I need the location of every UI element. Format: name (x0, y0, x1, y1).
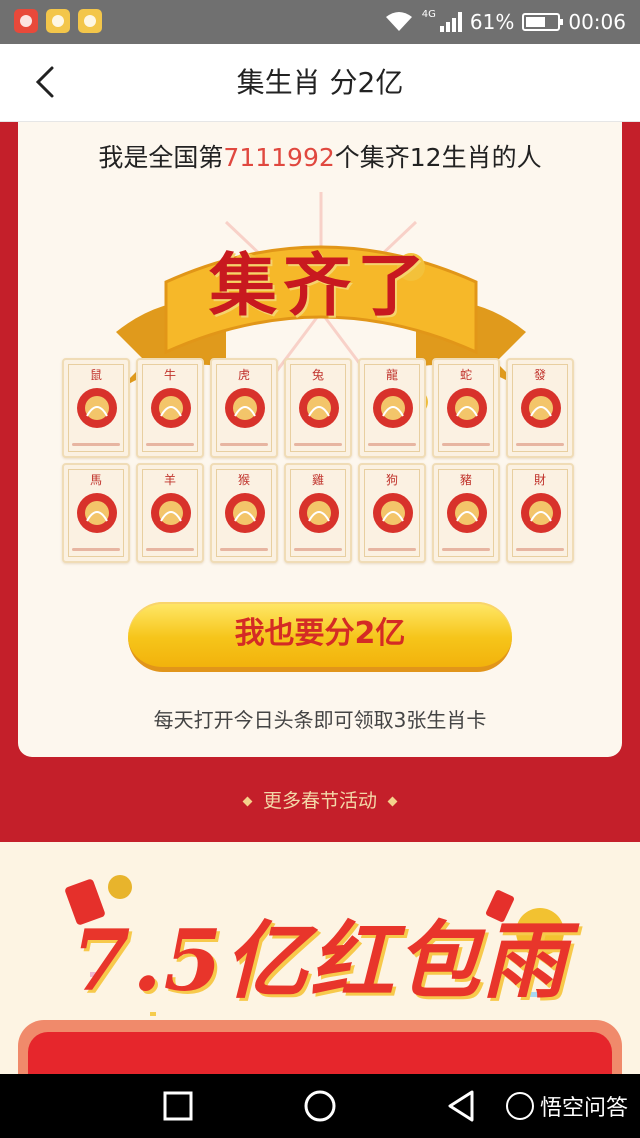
dragon-icon (373, 388, 413, 428)
zodiac-label: 發 (533, 368, 546, 382)
battery-icon (522, 13, 564, 31)
more-activities-label: 更多春节活动 (262, 790, 377, 812)
zodiac-label: 豬 (459, 473, 472, 487)
zodiac-card-item: 狗 (358, 463, 426, 563)
zodiac-label: 虎 (237, 368, 250, 382)
network-type: 4G (421, 8, 436, 20)
zodiac-section: 我是全国第7111992个集齐12生肖的人 集齐了 鼠 牛 虎 兔 龍 蛇 發馬 羊 猴 雞 狗 豬 財… (0, 122, 640, 842)
headline-prefix: 我是全国第 (98, 143, 224, 172)
zodiac-caption (146, 548, 194, 551)
recents-icon[interactable] (160, 1088, 196, 1124)
zodiac-caption (368, 443, 416, 446)
zodiac-label: 狗 (385, 473, 398, 487)
zodiac-label: 龍 (385, 368, 398, 382)
zodiac-card-item: 財 (506, 463, 574, 563)
zodiac-card: 我是全国第7111992个集齐12生肖的人 集齐了 鼠 牛 虎 兔 龍 蛇 發馬 羊 猴 雞 狗 豬 財… (18, 122, 622, 757)
home-icon[interactable] (302, 1088, 338, 1124)
red-packet-rain-title: 7.5亿红包雨 (71, 911, 569, 1010)
page-title: 集生肖 分2亿 (236, 66, 404, 99)
nav-bar: 集生肖 分2亿 (0, 44, 640, 122)
zodiac-label: 牛 (163, 368, 176, 382)
zodiac-caption (146, 443, 194, 446)
horse-icon (77, 493, 117, 533)
red-packet-rain-section: 7.5亿红包雨 (0, 842, 640, 1100)
status-bar: 4G 61% 00:06 (0, 0, 640, 44)
zodiac-label: 猴 (237, 473, 250, 487)
back-triangle-icon[interactable] (444, 1088, 480, 1124)
zodiac-caption (294, 548, 342, 551)
zodiac-caption (516, 443, 564, 446)
wealth-icon (521, 493, 561, 533)
join-button[interactable]: 我也要分2亿 (128, 602, 512, 672)
zodiac-caption (442, 443, 490, 446)
zodiac-caption (220, 443, 268, 446)
rank-number: 7111992 (223, 143, 335, 172)
more-activities-link[interactable]: 更多春节活动 (0, 786, 640, 813)
watermark: 悟空问答 (505, 1090, 628, 1122)
banner-title: 集齐了 (208, 246, 431, 326)
wifi-icon (385, 12, 412, 31)
zodiac-card-item: 牛 (136, 358, 204, 458)
zodiac-card-item: 鼠 (62, 358, 130, 458)
zodiac-caption (294, 443, 342, 446)
zodiac-label: 雞 (311, 473, 324, 487)
zodiac-card-item: 雞 (284, 463, 352, 563)
zodiac-caption (442, 548, 490, 551)
zodiac-label: 兔 (311, 368, 324, 382)
zodiac-card-item: 蛇 (432, 358, 500, 458)
watermark-text: 悟空问答 (539, 1096, 628, 1121)
clock: 00:06 (568, 10, 626, 34)
zodiac-card-item: 羊 (136, 463, 204, 563)
zodiac-label: 鼠 (89, 368, 102, 382)
dog-icon (373, 493, 413, 533)
zodiac-label: 羊 (163, 473, 176, 487)
diamond-icon (242, 796, 253, 807)
zodiac-label: 馬 (89, 473, 102, 487)
zodiac-card-item: 兔 (284, 358, 352, 458)
monkey-icon (225, 493, 265, 533)
zodiac-card-item: 虎 (210, 358, 278, 458)
zodiac-caption (72, 443, 120, 446)
battery-percent: 61% (469, 10, 515, 34)
zodiac-caption (516, 548, 564, 551)
fortune-icon (521, 388, 561, 428)
rooster-icon (299, 493, 339, 533)
zodiac-caption (72, 548, 120, 551)
zodiac-card-item: 龍 (358, 358, 426, 458)
signal-icon (439, 12, 462, 32)
app-icon-1 (14, 9, 38, 33)
zodiac-card-item: 馬 (62, 463, 130, 563)
zodiac-caption (220, 548, 268, 551)
zodiac-label: 蛇 (459, 368, 472, 382)
rat-icon (77, 388, 117, 428)
app-icon-3 (78, 9, 102, 33)
rabbit-icon (299, 388, 339, 428)
zodiac-card-item: 發 (506, 358, 574, 458)
diamond-icon (387, 796, 398, 807)
pig-icon (447, 493, 487, 533)
headline-suffix: 个集齐12生肖的人 (334, 143, 542, 172)
zodiac-card-item: 豬 (432, 463, 500, 563)
app-icon-2 (46, 9, 70, 33)
tiger-icon (225, 388, 265, 428)
hint-text: 每天打开今日头条即可领取3张生肖卡 (153, 708, 487, 732)
headline: 我是全国第7111992个集齐12生肖的人 (18, 138, 622, 174)
zodiac-label: 財 (533, 473, 546, 487)
wukong-logo-icon (505, 1092, 534, 1120)
goat-icon (151, 493, 191, 533)
zodiac-caption (368, 548, 416, 551)
ox-icon (151, 388, 191, 428)
snake-icon (447, 388, 487, 428)
system-nav-bar: 悟空问答 (0, 1074, 640, 1138)
zodiac-grid: 鼠 牛 虎 兔 龍 蛇 發馬 羊 猴 雞 狗 豬 財 (62, 358, 574, 563)
zodiac-card-item: 猴 (210, 463, 278, 563)
